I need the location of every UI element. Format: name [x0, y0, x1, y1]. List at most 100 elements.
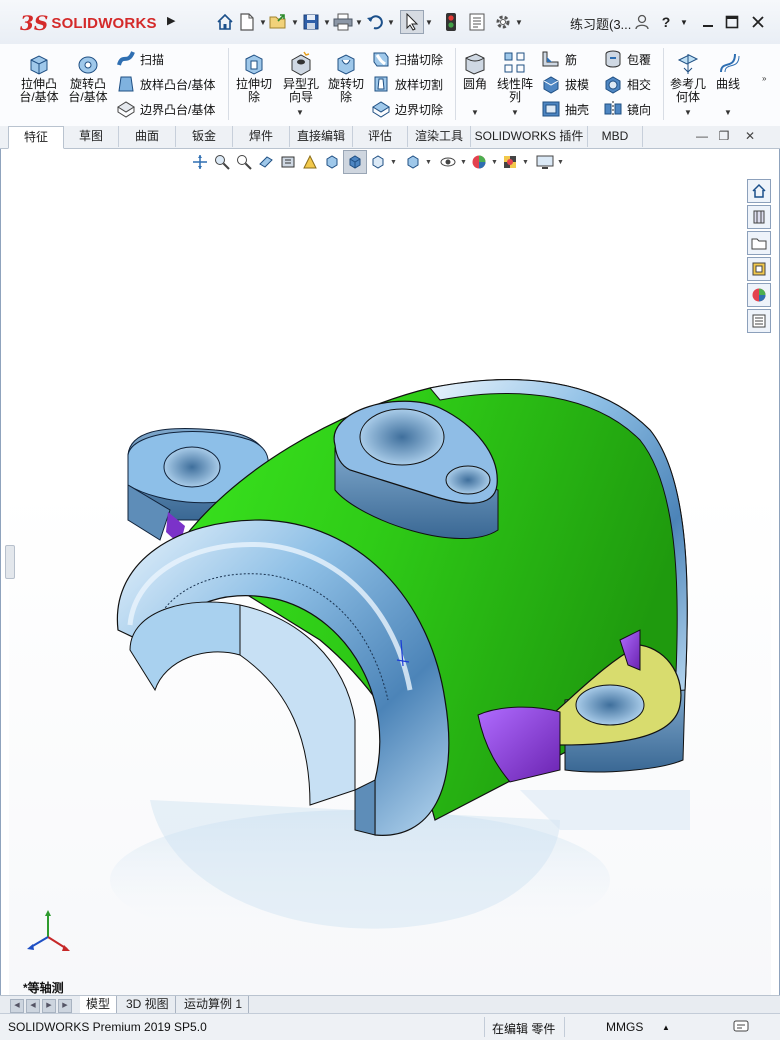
open-icon[interactable] — [268, 11, 290, 33]
revolve-boss-button[interactable]: 旋转凸 台/基体 — [66, 50, 110, 104]
extrude-boss-button[interactable]: 拉伸凸 台/基体 — [18, 50, 60, 104]
linear-pattern-dropdown-icon[interactable]: ▼ — [511, 108, 519, 117]
wrap-button[interactable]: 包覆 — [603, 48, 651, 70]
print-dropdown-icon[interactable]: ▼ — [354, 18, 364, 27]
intersect-button[interactable]: 相交 — [603, 73, 651, 95]
doc-minimize-icon[interactable]: — — [694, 129, 710, 145]
tab-sketch[interactable]: 草图 — [64, 126, 119, 147]
save-icon[interactable] — [300, 11, 322, 33]
tab-surfaces[interactable]: 曲面 — [119, 126, 176, 147]
new-dropdown-icon[interactable]: ▼ — [258, 18, 268, 27]
doc-restore-icon[interactable]: ❐ — [716, 129, 732, 145]
sweep-button[interactable]: 扫描 — [116, 48, 164, 70]
undo-icon[interactable] — [364, 11, 386, 33]
fillet-dropdown-icon[interactable]: ▼ — [471, 108, 479, 117]
doc-close-icon[interactable]: ✕ — [742, 129, 758, 145]
wrap-label: 包覆 — [627, 52, 652, 67]
design-library-icon[interactable] — [747, 205, 771, 229]
reference-geometry-label: 参考几 何体 — [669, 77, 706, 104]
tab-render-tools[interactable]: 渲染工具 — [408, 126, 471, 147]
solidworks-resources-icon[interactable] — [747, 179, 771, 203]
hole-wizard-icon — [288, 50, 314, 76]
select-dropdown-icon[interactable]: ▼ — [424, 18, 434, 27]
rib-label: 筋 — [565, 52, 578, 67]
home-icon[interactable] — [214, 11, 236, 33]
unit-system-dropdown-icon[interactable]: ▲ — [662, 1023, 670, 1032]
reference-geometry-button[interactable]: 参考几 何体 — [668, 50, 708, 104]
appearances-scenes-icon[interactable] — [747, 283, 771, 307]
select-icon[interactable] — [400, 10, 424, 34]
lofted-cut-icon — [371, 74, 391, 94]
rebuild-icon[interactable] — [440, 11, 462, 33]
graphics-area[interactable]: ▼ ▼ ▼ ▼ ▼ ▼ *等轴测 — [9, 149, 771, 995]
linear-pattern-button[interactable]: 线性阵 列 — [494, 50, 536, 104]
view-palette-icon[interactable] — [747, 257, 771, 281]
swept-cut-button[interactable]: 扫描切除 — [371, 48, 443, 70]
open-dropdown-icon[interactable]: ▼ — [290, 18, 300, 27]
menu-expand-icon[interactable]: ▶ — [167, 14, 181, 30]
custom-properties-icon[interactable] — [747, 309, 771, 333]
tab-weldments[interactable]: 焊件 — [233, 126, 290, 147]
tab-evaluate[interactable]: 评估 — [353, 126, 408, 147]
solidworks-logo[interactable]: 3S SOLIDWORKS — [20, 10, 157, 36]
close-icon[interactable] — [748, 12, 768, 32]
quick-tips-icon[interactable] — [732, 1017, 750, 1038]
user-icon[interactable] — [632, 12, 652, 32]
first-tab-icon[interactable]: ◀ — [10, 999, 24, 1013]
revolve-cut-button[interactable]: 旋转切 除 — [326, 50, 366, 104]
file-explorer-icon[interactable] — [747, 231, 771, 255]
ribbon-overflow-icon[interactable]: » — [762, 74, 766, 83]
tab-features[interactable]: 特征 — [8, 126, 64, 149]
mirror-button[interactable]: 镜向 — [603, 98, 651, 120]
tab-sheet-metal[interactable]: 钣金 — [176, 126, 233, 147]
undo-dropdown-icon[interactable]: ▼ — [386, 18, 396, 27]
help-icon[interactable]: ? — [656, 12, 676, 32]
draft-button[interactable]: 拔模 — [541, 73, 589, 95]
curves-button[interactable]: 曲线 — [712, 50, 744, 91]
loft-icon — [116, 74, 136, 94]
curves-dropdown-icon[interactable]: ▼ — [724, 108, 732, 117]
intersect-icon — [603, 74, 623, 94]
print-icon[interactable] — [332, 11, 354, 33]
tab-3d-views[interactable]: 3D 视图 — [120, 996, 176, 1013]
last-tab-icon[interactable]: ▶ — [58, 999, 72, 1013]
minimize-icon[interactable] — [698, 12, 718, 32]
loft-button[interactable]: 放样凸台/基体 — [116, 73, 215, 95]
boundary-cut-button[interactable]: 边界切除 — [371, 98, 443, 120]
tab-direct-editing[interactable]: 直接编辑 — [290, 126, 353, 147]
boundary-boss-button[interactable]: 边界凸台/基体 — [116, 98, 215, 120]
status-separator — [484, 1017, 485, 1037]
tab-motion-study[interactable]: 运动算例 1 — [178, 996, 250, 1013]
status-separator — [564, 1017, 565, 1037]
fillet-button[interactable]: 圆角 — [460, 50, 490, 91]
tab-mbd[interactable]: MBD — [588, 126, 643, 147]
document-title: 练习题(3... — [570, 17, 632, 32]
model-3d-view[interactable] — [9, 149, 771, 995]
boundary-boss-icon — [116, 99, 136, 119]
shell-button[interactable]: 抽壳 — [541, 98, 589, 120]
hole-wizard-button[interactable]: 异型孔 向导 — [280, 50, 322, 104]
tab-solidworks-addins[interactable]: SOLIDWORKS 插件 — [471, 126, 588, 147]
linear-pattern-icon — [502, 50, 528, 76]
unit-system[interactable]: MMGS — [606, 1020, 643, 1034]
curves-icon — [715, 50, 741, 76]
save-dropdown-icon[interactable]: ▼ — [322, 18, 332, 27]
file-properties-icon[interactable] — [466, 11, 488, 33]
editing-mode: 在编辑 零件 — [492, 1022, 556, 1036]
options-icon[interactable] — [492, 11, 514, 33]
tab-model[interactable]: 模型 — [80, 996, 118, 1013]
rib-button[interactable]: 筋 — [541, 48, 577, 70]
new-document-icon[interactable] — [236, 11, 258, 33]
feature-tree-collapse-handle[interactable] — [5, 545, 15, 579]
extrude-cut-button[interactable]: 拉伸切 除 — [234, 50, 274, 104]
hole-wizard-dropdown-icon[interactable]: ▼ — [296, 108, 304, 117]
help-dropdown-icon[interactable]: ▼ — [674, 12, 694, 32]
next-tab-icon[interactable]: ▶ — [42, 999, 56, 1013]
reference-geometry-dropdown-icon[interactable]: ▼ — [684, 108, 692, 117]
lofted-cut-button[interactable]: 放样切割 — [371, 73, 443, 95]
draft-label: 拔模 — [565, 77, 590, 92]
prev-tab-icon[interactable]: ◀ — [26, 999, 40, 1013]
maximize-icon[interactable] — [722, 12, 742, 32]
extrude-cut-label: 拉伸切 除 — [235, 77, 272, 104]
options-dropdown-icon[interactable]: ▼ — [514, 18, 524, 27]
